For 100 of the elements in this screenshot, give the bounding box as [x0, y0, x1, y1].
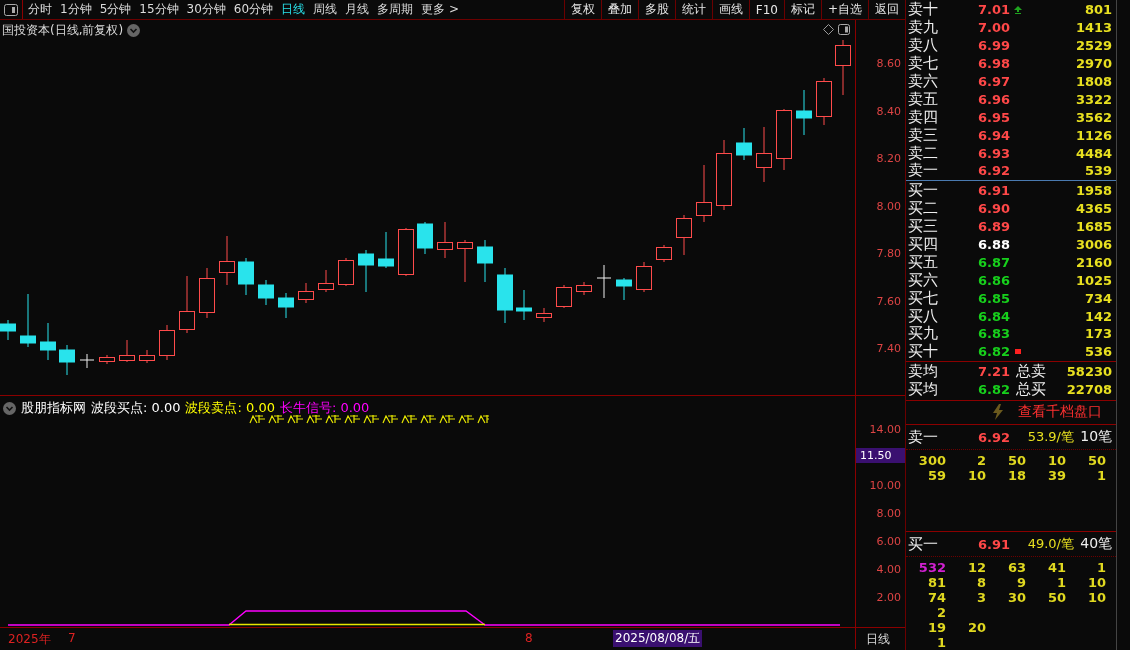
volume-value: 734 [1083, 290, 1114, 306]
candle [736, 127, 752, 161]
price-value: 6.93 [976, 145, 1010, 161]
level-label: 买四 [907, 235, 939, 255]
period-label: 日线 [865, 631, 890, 648]
axis-label: 8.00 [876, 199, 901, 213]
summary-label: 买均 [907, 380, 939, 400]
volume-value: 536 [1083, 344, 1114, 360]
queue-price: 6.92 [976, 429, 1010, 445]
candle [119, 339, 135, 363]
volume-value: 1413 [1074, 20, 1114, 36]
queue-cell-text: 50 [1046, 590, 1066, 605]
candle [358, 249, 374, 293]
period-tab[interactable]: 15分钟 [139, 1, 179, 18]
period-tab[interactable]: 30分钟 [186, 1, 226, 18]
price-value: 6.97 [976, 74, 1010, 89]
candle [636, 261, 652, 293]
volume-value: 2970 [1074, 56, 1114, 72]
candle [258, 279, 274, 306]
level-label: 买六 [907, 270, 939, 290]
queue-cell-text: 3 [975, 590, 986, 605]
total-label: 总买 [1015, 380, 1046, 400]
period-tab[interactable]: 60分钟 [233, 1, 274, 18]
candle [596, 264, 612, 299]
candle [20, 293, 36, 348]
candle [835, 39, 851, 96]
depth-link[interactable]: 查看千档盘口 [1018, 403, 1103, 422]
period-tab[interactable]: 日线 [281, 1, 306, 18]
price-value: 6.96 [976, 91, 1010, 107]
queue-cell-text: 59 [926, 468, 946, 484]
average-price: 7.21 [976, 364, 1010, 380]
queue-cell-text: 300 [917, 453, 946, 469]
candle [816, 77, 832, 126]
candle [199, 267, 215, 319]
price-value: 6.88 [976, 237, 1010, 252]
candle [298, 282, 314, 304]
price-value: 6.83 [976, 326, 1010, 342]
period-tab[interactable]: 多周期 [377, 1, 414, 18]
candle [378, 231, 394, 269]
period-tab[interactable]: 5分钟 [99, 1, 132, 18]
queue-cell-text: 18 [1006, 468, 1026, 484]
queue-cell-text: 10 [1046, 453, 1066, 469]
candle [238, 257, 254, 296]
level-label: 买三 [907, 217, 939, 237]
queue-cell-text: 20 [966, 620, 986, 635]
queue-cell-text: 39 [1046, 468, 1066, 484]
diamond-icon[interactable] [823, 24, 834, 35]
candle [457, 239, 473, 283]
candle [139, 349, 155, 364]
chevron-down-icon[interactable] [3, 401, 16, 415]
axis-label: 8.60 [876, 57, 901, 70]
queue-cell-text: 74 [926, 590, 946, 605]
axis-label: 8.40 [876, 104, 901, 118]
candle [398, 227, 414, 277]
axis-label: 10.00 [869, 479, 901, 492]
period-tab[interactable]: 1分钟 [60, 1, 92, 18]
period-tab[interactable]: 分时 [28, 1, 52, 18]
candle [536, 307, 552, 323]
level-label: 卖五 [907, 89, 939, 109]
volume-value: 4365 [1074, 201, 1114, 217]
queue-cell-text: 9 [1015, 575, 1026, 590]
candle [338, 257, 354, 287]
level-label: 买十 [907, 342, 939, 362]
level-label: 卖十 [907, 0, 939, 19]
candle [318, 269, 334, 293]
candle [159, 324, 175, 361]
volume-value: 1808 [1074, 74, 1114, 89]
queue-cell-text: 63 [1006, 560, 1026, 575]
queue-cell-text: 41 [1046, 560, 1066, 575]
legend-label: 波段买点: 0.00 [91, 399, 181, 417]
axis-label: 7.60 [876, 294, 901, 308]
year-label: 2025年 [8, 631, 51, 648]
candle [756, 126, 772, 183]
order-count: 10笔 [1079, 428, 1114, 447]
candle [516, 289, 532, 321]
candle [497, 267, 513, 324]
candle [59, 344, 75, 376]
level-label: 卖一 [907, 161, 939, 181]
period-tab[interactable]: 月线 [345, 1, 370, 18]
candle [0, 319, 16, 341]
total-value: 58230 [1065, 364, 1114, 380]
queue-cell-text: 10 [966, 468, 986, 484]
axis-label: 7.80 [876, 247, 901, 260]
volume-value: 142 [1083, 308, 1114, 324]
level-label: 买五 [907, 252, 939, 272]
period-tab[interactable]: 更多 > [421, 1, 459, 18]
chevron-down-icon[interactable] [127, 24, 141, 37]
price-value: 6.92 [976, 163, 1010, 179]
month-label: 8 [525, 631, 533, 645]
queue-cell-text: 50 [1006, 453, 1026, 469]
price-value: 6.85 [976, 290, 1010, 306]
volume-value: 801 [1083, 2, 1114, 18]
period-tab[interactable]: 周线 [313, 1, 338, 18]
cursor-value-label: 11.50 [856, 448, 905, 463]
panel-toggle-icon[interactable] [838, 24, 850, 35]
axis-label: 8.00 [876, 507, 901, 520]
average-size: 53.9/笔 [1026, 428, 1074, 447]
candle [437, 221, 453, 259]
price-value: 6.94 [976, 127, 1010, 143]
candle [696, 164, 712, 223]
